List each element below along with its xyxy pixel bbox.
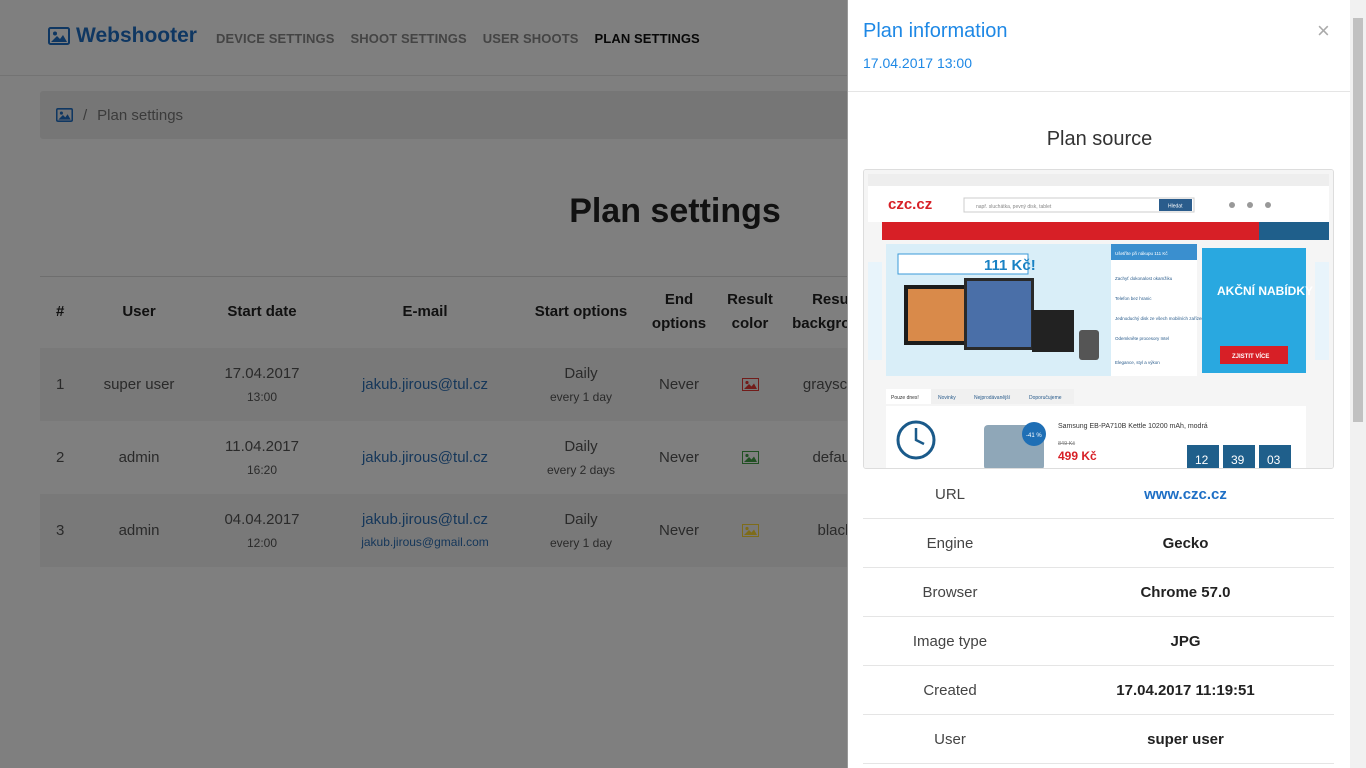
detail-row-image-type: Image type JPG	[863, 617, 1334, 666]
preview-new-price: 499 Kč	[1058, 449, 1097, 463]
preview-tab: Doporučujeme	[1029, 395, 1062, 401]
preview-menu-item: Elegance, styl a výkon	[1115, 360, 1160, 365]
modal-subtitle: 17.04.2017 13:00	[863, 55, 972, 71]
modal-title: Plan information	[863, 20, 1008, 42]
preview-search-button: Hledat	[1168, 204, 1183, 210]
preview-offer-button: ZJISTIT VÍCE	[1232, 352, 1269, 360]
detail-value: www.czc.cz	[1037, 486, 1334, 503]
plan-details: URL www.czc.cz Engine Gecko Browser Chro…	[863, 470, 1334, 764]
detail-value: 17.04.2017 11:19:51	[1116, 681, 1255, 699]
preview-menu-item: Ušetříte při nákupu 111 Kč	[1115, 251, 1168, 256]
detail-row-created: Created 17.04.2017 11:19:51	[863, 666, 1334, 715]
preview-menu-item: Jednoduchý disk ze všech mobilních zaříz…	[1115, 316, 1206, 321]
detail-row-url: URL www.czc.cz	[863, 470, 1334, 519]
detail-label: Image type	[912, 632, 988, 650]
preview-menu-item: Telefon bez hranic	[1115, 296, 1152, 301]
preview-product-name: Samsung EB-PA710B Kettle 10200 mAh, modr…	[1058, 423, 1208, 430]
detail-row-user: User super user	[863, 715, 1334, 764]
modal-header: Plan information 17.04.2017 13:00 ×	[848, 0, 1351, 92]
preview-search-placeholder: např. sluchátka, pevný disk, tablet	[976, 204, 1052, 210]
plan-source-screenshot[interactable]: czc.cz např. sluchátka, pevný disk, tabl…	[863, 169, 1334, 469]
preview-discount: -41 %	[1026, 433, 1042, 439]
detail-label: Engine	[926, 534, 974, 552]
preview-logo: czc.cz	[888, 196, 932, 213]
preview-countdown: 39	[1231, 453, 1245, 467]
preview-offer-title: AKČNÍ NABÍDKY	[1217, 283, 1313, 298]
preview-menu-item: Zachyť dokonalost okamžiku	[1115, 276, 1173, 281]
detail-value: Gecko	[1162, 534, 1209, 552]
detail-value: JPG	[1170, 632, 1201, 650]
detail-label: Created	[923, 681, 977, 699]
detail-value: super user	[1147, 730, 1224, 748]
preview-tab: Nejprodávanější	[974, 395, 1011, 401]
preview-countdown: 03	[1267, 453, 1281, 467]
detail-row-engine: Engine Gecko	[863, 519, 1334, 568]
website-preview: czc.cz např. sluchátka, pevný disk, tabl…	[864, 170, 1333, 468]
detail-label: User	[934, 730, 966, 748]
detail-row-browser: Browser Chrome 57.0	[863, 568, 1334, 617]
preview-old-price: 849 Kč	[1058, 441, 1075, 447]
preview-tab: Pouze dnes!	[891, 395, 919, 401]
url-link[interactable]: www.czc.cz	[1144, 486, 1227, 503]
plan-source-title: Plan source	[1046, 128, 1153, 150]
preview-countdown: 12	[1195, 453, 1209, 467]
preview-menu-item: Odemkněte procesory Intel	[1115, 336, 1169, 341]
detail-value: Chrome 57.0	[1140, 583, 1231, 601]
plan-info-modal: Plan information 17.04.2017 13:00 × Plan…	[847, 0, 1351, 768]
scrollbar-thumb[interactable]	[1353, 18, 1363, 422]
scrollbar[interactable]	[1350, 0, 1366, 768]
preview-promo-price: 111 Kč!	[984, 257, 1036, 274]
detail-label: URL	[934, 485, 965, 503]
close-icon[interactable]: ×	[1317, 18, 1330, 44]
preview-tab: Novinky	[938, 395, 956, 401]
detail-label: Browser	[922, 583, 978, 601]
